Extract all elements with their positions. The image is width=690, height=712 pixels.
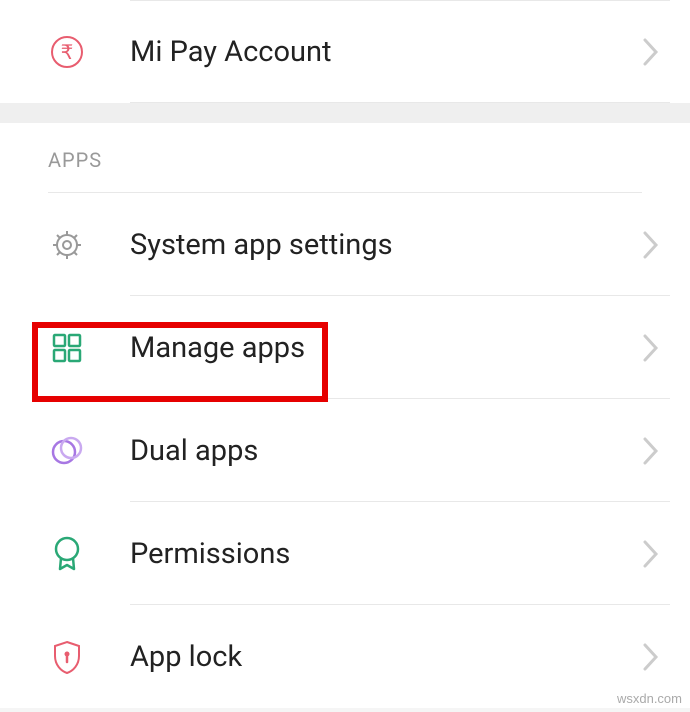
app-lock-item[interactable]: App lock (0, 605, 690, 708)
rupee-icon: ₹ (48, 33, 86, 71)
shield-icon (48, 638, 86, 676)
section-header-text: APPS (48, 148, 642, 193)
chevron-right-icon (642, 642, 660, 672)
watermark: wsxdn.com (617, 691, 682, 706)
manage-apps-label: Manage apps (130, 331, 642, 365)
grid-icon (48, 329, 86, 367)
mi-pay-label: Mi Pay Account (130, 35, 642, 69)
dual-apps-item[interactable]: Dual apps (0, 399, 690, 502)
apps-section: APPS System app settings (0, 123, 690, 708)
dual-apps-label: Dual apps (130, 434, 642, 468)
gear-icon (48, 226, 86, 264)
permissions-label: Permissions (130, 537, 642, 571)
chevron-right-icon (642, 436, 660, 466)
chevron-right-icon (642, 539, 660, 569)
badge-icon (48, 535, 86, 573)
section-gap (0, 103, 690, 123)
app-lock-label: App lock (130, 640, 642, 674)
divider (130, 102, 670, 103)
svg-text:₹: ₹ (61, 42, 74, 64)
chevron-right-icon (642, 230, 660, 260)
mi-pay-account-item[interactable]: ₹ Mi Pay Account (0, 0, 690, 103)
chevron-right-icon (642, 37, 660, 67)
system-app-settings-label: System app settings (130, 228, 642, 262)
dual-icon (48, 432, 86, 470)
manage-apps-item[interactable]: Manage apps (0, 296, 690, 399)
system-app-settings-item[interactable]: System app settings (0, 193, 690, 296)
chevron-right-icon (642, 333, 660, 363)
permissions-item[interactable]: Permissions (0, 502, 690, 605)
accounts-section: ₹ Mi Pay Account (0, 0, 690, 103)
section-header: APPS (0, 123, 690, 193)
